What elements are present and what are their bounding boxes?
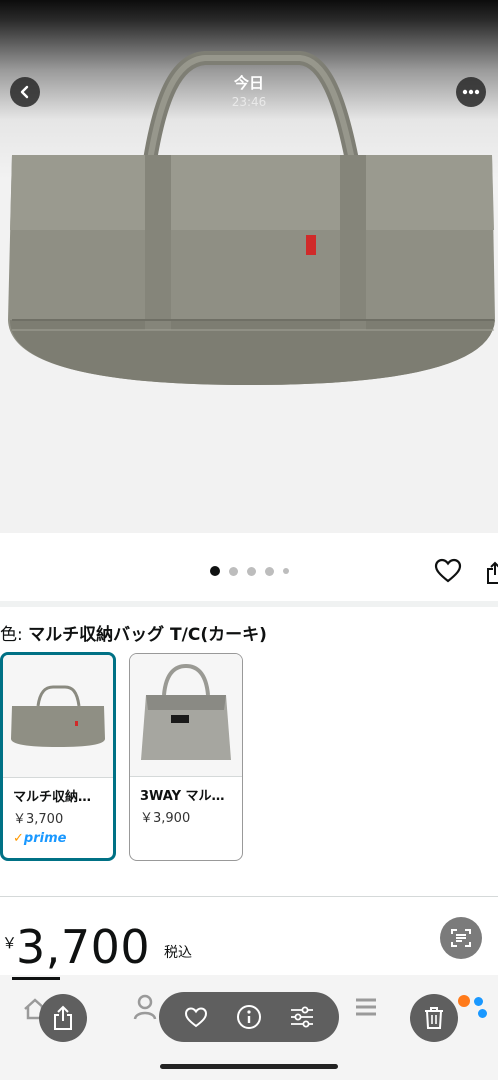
- prime-check-icon: ✓: [13, 831, 24, 846]
- favorite-button[interactable]: [181, 1002, 211, 1032]
- variant-thumbnail: [130, 654, 242, 777]
- share-icon[interactable]: [485, 559, 498, 585]
- viewer-title: 今日: [233, 74, 264, 92]
- heart-icon[interactable]: [434, 557, 462, 585]
- gallery-pager[interactable]: [210, 566, 289, 576]
- delete-button[interactable]: [410, 994, 458, 1042]
- share-icon: [54, 1005, 72, 1030]
- pager-dot-1[interactable]: [210, 566, 220, 576]
- color-label: 色:: [0, 625, 23, 645]
- adjust-button[interactable]: [287, 1002, 317, 1032]
- heart-icon: [184, 1007, 207, 1028]
- visual-lookup-button[interactable]: [440, 917, 482, 959]
- pager-dot-4[interactable]: [265, 566, 274, 576]
- variant-card-multi-storage[interactable]: マルチ収納… ￥3,700 ✓prime: [0, 652, 116, 861]
- adjust-icon: [291, 1006, 314, 1028]
- section-divider: [0, 601, 498, 607]
- prime-badge: ✓prime: [3, 827, 113, 846]
- variant-name: マルチ収納…: [13, 790, 92, 805]
- menu-icon: [356, 998, 376, 1016]
- trash-icon: [425, 1007, 443, 1029]
- pager-dot-5[interactable]: [283, 568, 289, 574]
- price-currency: ￥: [2, 934, 18, 952]
- pager-dot-3[interactable]: [247, 566, 256, 576]
- pager-dot-2[interactable]: [229, 566, 238, 576]
- share-button[interactable]: [39, 994, 87, 1042]
- variant-thumbnail: [3, 655, 113, 778]
- price-amount: 3,700: [16, 920, 151, 974]
- color-value: マルチ収納バッグ T/C(カーキ): [28, 625, 267, 645]
- info-button[interactable]: [234, 1002, 264, 1032]
- home-indicator[interactable]: [160, 1064, 338, 1069]
- product-photo[interactable]: 今日 23:46: [0, 0, 498, 533]
- viewer-time: 23:46: [231, 95, 267, 109]
- text-scan-icon: [451, 929, 471, 947]
- info-icon: [236, 1005, 261, 1029]
- 3way-bag-thumbnail: [141, 663, 231, 760]
- tab-underline: [12, 977, 60, 980]
- account-icon: [133, 994, 157, 1020]
- alexa-dot-orange: [458, 995, 470, 1007]
- section-divider: [0, 896, 498, 897]
- variant-name: 3WAY マル…: [140, 789, 225, 804]
- variant-card-3way[interactable]: 3WAY マル… ￥3,900: [129, 653, 243, 861]
- ellipsis-icon: [462, 89, 480, 95]
- photo-actions-pill: [159, 992, 339, 1042]
- alexa-dot-blue: [474, 997, 483, 1006]
- tote-bag-thumbnail: [11, 685, 105, 747]
- variant-price: ￥3,900: [140, 811, 191, 826]
- color-selection-line: 色: マルチ収納バッグ T/C(カーキ): [0, 620, 267, 645]
- price-tax-label: 税込: [164, 945, 192, 961]
- variant-price: ￥3,700: [13, 812, 64, 827]
- gallery-controls: [0, 533, 498, 601]
- prime-text: prime: [23, 831, 67, 846]
- more-button[interactable]: [456, 77, 486, 107]
- alexa-dot-blue: [478, 1009, 487, 1018]
